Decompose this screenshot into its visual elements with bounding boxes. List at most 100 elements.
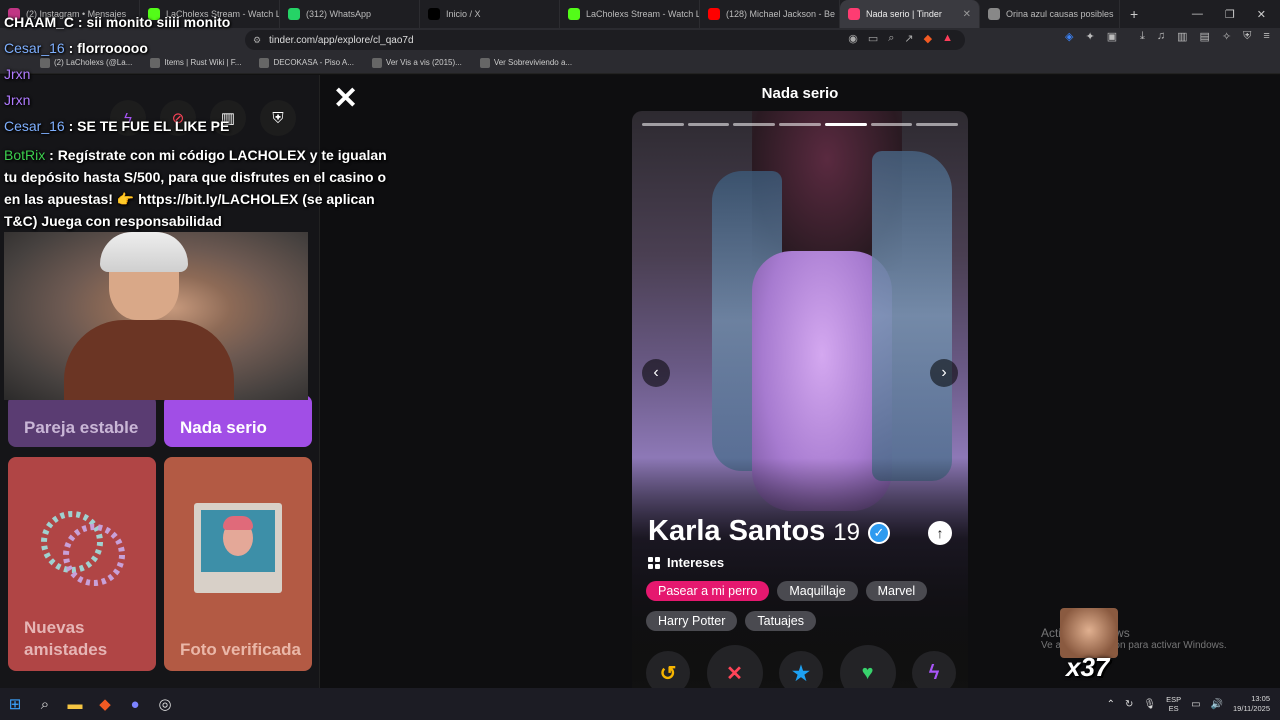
wallet-icon[interactable]: ◈: [1065, 30, 1073, 43]
chat-user: Cesar_16: [4, 118, 65, 134]
url-text: tinder.com/app/explore/cl_qao7d: [269, 34, 414, 46]
music-icon[interactable]: ♫: [1157, 30, 1165, 43]
bookmark-favicon-icon: [259, 57, 270, 68]
site-info-icon[interactable]: ⚙: [253, 35, 261, 46]
menu-icon[interactable]: ≡: [1263, 30, 1269, 43]
zoom-icon[interactable]: ⌕: [888, 32, 894, 45]
boost-button[interactable]: ϟ: [912, 651, 956, 688]
microphone-icon[interactable]: 🎙: [1143, 699, 1156, 710]
minimize-button[interactable]: —: [1192, 8, 1203, 21]
bookmark-item[interactable]: DECOKASA - Piso A...: [259, 57, 354, 68]
clock[interactable]: 13:05 19/11/2025: [1233, 694, 1270, 714]
photo-progress-segment[interactable]: [824, 123, 867, 126]
bookmark-label: (2) LaCholexs (@La...: [54, 58, 133, 67]
vpn-icon[interactable]: ⛨: [1243, 30, 1251, 43]
url-field[interactable]: ⚙ tinder.com/app/explore/cl_qao7d ◉ ▭ ⌕ …: [245, 30, 965, 50]
clock-time: 13:05: [1251, 694, 1270, 704]
bookmark-label: Items | Rust Wiki | F...: [164, 58, 242, 67]
interest-chip: Pasear a mi perro: [646, 581, 770, 601]
leo-icon[interactable]: ✧: [1222, 30, 1231, 43]
search-icon[interactable]: ⌕: [30, 688, 60, 720]
browser-tab[interactable]: Inicio / X: [420, 0, 560, 28]
tab-favicon-icon: [428, 8, 440, 20]
chat-user: BotRix: [4, 147, 46, 163]
tab-favicon-icon: [708, 8, 720, 20]
cast-icon[interactable]: ▭: [868, 32, 878, 45]
bookmark-item[interactable]: Items | Rust Wiki | F...: [150, 57, 242, 68]
start-icon[interactable]: ⊞: [0, 688, 30, 720]
discord-icon[interactable]: ●: [120, 688, 150, 720]
share-icon[interactable]: ↗: [904, 32, 913, 45]
category-card-pareja-estable[interactable]: Pareja estable: [8, 395, 156, 447]
brave-rewards-icon[interactable]: ▲: [942, 32, 953, 45]
photo-progress-segment[interactable]: [779, 123, 821, 126]
bookmark-item[interactable]: Ver Vis a vis (2015)...: [371, 57, 462, 68]
brave-browser-icon[interactable]: ◆: [90, 688, 120, 720]
photo-progress-segment[interactable]: [733, 123, 776, 126]
windows-taskbar: ⊞ ⌕ ▬ ◆ ● ◎ ⌃ ↻ 🎙 ESP ES ▭ 🔊 13:05 19/11…: [0, 688, 1280, 720]
bookmark-item[interactable]: Ver Sobreviviendo a...: [479, 57, 572, 68]
bookmark-favicon-icon: [371, 57, 382, 68]
chat-user: CHAAM_C: [4, 14, 74, 30]
interests-icon: [648, 556, 660, 569]
tab-favicon-icon: [988, 8, 1000, 20]
bookmark-favicon-icon: [40, 57, 50, 68]
verified-badge-icon: ✓: [868, 522, 890, 544]
tab-close-icon[interactable]: ✕: [963, 9, 971, 20]
browser-tab[interactable]: Orina azul causas posibles: [980, 0, 1120, 28]
file-explorer-icon[interactable]: ▬: [60, 688, 90, 720]
next-photo-button[interactable]: ›: [930, 359, 958, 387]
rewind-button[interactable]: ↺: [646, 651, 690, 688]
photo-progress-segment[interactable]: [642, 123, 684, 126]
location-icon[interactable]: ◉: [848, 32, 858, 45]
bookmark-favicon-icon: [150, 57, 161, 68]
category-card-foto-verificada[interactable]: Foto verificada: [164, 457, 312, 671]
super-like-button[interactable]: ★: [779, 651, 823, 688]
nope-button[interactable]: ✕: [706, 645, 763, 688]
brave-shield-icon[interactable]: ◆: [924, 32, 932, 45]
profile-card[interactable]: ‹ › Karla Santos 19 ✓ ↑ Intereses Pasear…: [632, 111, 968, 688]
browser-tab[interactable]: Nada serio | Tinder ✕: [840, 0, 980, 28]
bot-chat-message: BotRix : Regístrate con mi código LACHOL…: [4, 147, 387, 229]
volume-icon[interactable]: 🔊: [1211, 699, 1223, 710]
sync-icon[interactable]: ↻: [1125, 699, 1133, 710]
browser-tab[interactable]: (128) Michael Jackson - Be: [700, 0, 840, 28]
swipe-actions: ↺ ✕ ★ ♥ ϟ: [646, 645, 956, 688]
bookmarks-bar: (2) LaCholexs (@La... Items | Rust Wiki |…: [0, 52, 1280, 74]
extensions-icon[interactable]: ✦: [1085, 30, 1094, 43]
category-card-nuevas-amistades[interactable]: Nuevas amistades: [8, 457, 156, 671]
chat-emote: [1060, 608, 1118, 658]
download-icon[interactable]: ⤓: [1140, 30, 1145, 43]
close-button[interactable]: ✕: [333, 81, 358, 116]
browser-tab[interactable]: LaCholexs Stream - Watch Live: [560, 0, 700, 28]
super-like-icon: ★: [792, 662, 810, 685]
new-tab-button[interactable]: +: [1120, 6, 1148, 22]
tray-overflow-icon[interactable]: ⌃: [1107, 699, 1115, 710]
language-code: ESP: [1166, 695, 1182, 704]
tab-title: (128) Michael Jackson - Be: [726, 9, 836, 19]
like-button[interactable]: ♥: [839, 645, 896, 688]
like-icon: ♥: [861, 661, 874, 684]
bookmark-item[interactable]: (2) LaCholexs (@La...: [40, 57, 133, 68]
photo-progress-segment[interactable]: [870, 123, 913, 126]
screenshot-icon[interactable]: ▣: [1107, 30, 1117, 43]
window-controls: — ❐ ✕: [1192, 8, 1280, 21]
open-profile-button[interactable]: ↑: [928, 521, 952, 545]
bookmark-favicon-icon: [479, 57, 490, 68]
browser-tab[interactable]: (312) WhatsApp: [280, 0, 420, 28]
network-icon[interactable]: ▭: [1191, 699, 1200, 710]
obs-icon[interactable]: ◎: [150, 688, 180, 720]
photo-progress-segment[interactable]: [687, 123, 730, 126]
restore-button[interactable]: ❐: [1225, 8, 1235, 21]
sidebar-icon[interactable]: ▥: [1177, 30, 1187, 43]
previous-photo-button[interactable]: ‹: [642, 359, 670, 387]
interests-heading-label: Intereses: [667, 555, 725, 570]
boost-icon: ϟ: [928, 661, 940, 684]
close-window-button[interactable]: ✕: [1257, 8, 1266, 21]
interest-chip: Maquillaje: [777, 581, 858, 601]
wallet2-icon[interactable]: ▤: [1200, 30, 1210, 43]
photo-progress-bar: [642, 123, 959, 126]
language-indicator[interactable]: ESP ES: [1166, 695, 1181, 713]
photo-progress-segment[interactable]: [916, 123, 959, 126]
category-card-nada-serio[interactable]: Nada serio: [164, 395, 312, 447]
